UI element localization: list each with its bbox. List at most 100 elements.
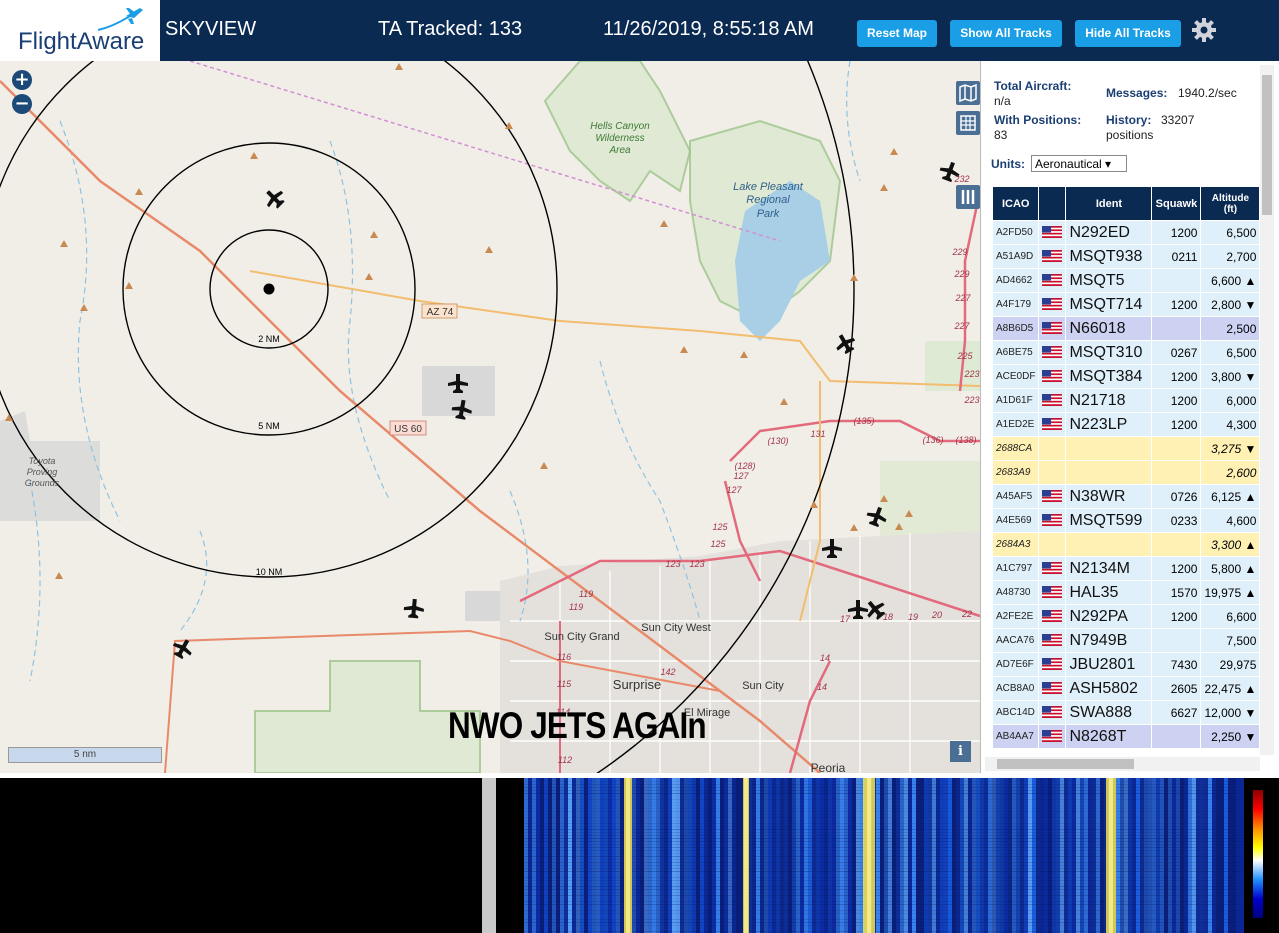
squawk-cell: 1200 (1151, 220, 1202, 245)
altitude-cell: 19,975 ▲ (1200, 580, 1261, 605)
table-row[interactable]: A51A9D MSQT938 0211 2,700 (991, 244, 1261, 269)
show-all-tracks-button[interactable]: Show All Tracks (950, 20, 1062, 47)
aircraft-marker[interactable] (832, 330, 859, 356)
table-row[interactable]: A8B6D5 N66018 2,500 (991, 316, 1261, 341)
squawk-cell: 0233 (1151, 508, 1202, 533)
table-row[interactable]: A4E569 MSQT599 0233 4,600 (991, 508, 1261, 533)
hide-all-tracks-button[interactable]: Hide All Tracks (1075, 20, 1181, 47)
table-row[interactable]: A1D61F N21718 1200 6,000 (991, 388, 1261, 413)
icao-cell: A45AF5 (991, 484, 1040, 509)
road-number: 119 (569, 602, 583, 612)
us-flag-icon (1042, 586, 1063, 599)
table-row[interactable]: A1C797 N2134M 1200 5,800 ▲ (991, 556, 1261, 581)
us-flag-icon (1042, 706, 1063, 719)
with-positions-label: With Positions: (994, 113, 1082, 127)
squawk-cell: 2605 (1151, 676, 1202, 701)
icao-cell: A8B6D5 (991, 316, 1040, 341)
map-layers-icon[interactable] (956, 81, 980, 105)
table-row[interactable]: 2684A3 3,300 ▲ (991, 532, 1261, 557)
us-flag-icon (1042, 562, 1063, 575)
label-lake-pleasant-3: Park (757, 208, 780, 220)
us-flag-icon (1042, 274, 1063, 287)
icao-cell: A4E569 (991, 508, 1040, 533)
zoom-out-button[interactable]: − (12, 94, 32, 114)
road-number: 125 (710, 539, 726, 549)
squawk-cell: 0726 (1151, 484, 1202, 509)
road-number: 123 (689, 559, 704, 569)
col-squawk[interactable]: Squawk (1151, 186, 1202, 221)
road-number: 125 (712, 522, 728, 532)
table-row[interactable]: ACE0DF MSQT384 1200 3,800 ▼ (991, 364, 1261, 389)
panel-hscroll-thumb[interactable] (997, 759, 1134, 769)
icao-cell: ACE0DF (991, 364, 1040, 389)
us-flag-icon (1042, 394, 1063, 407)
ident-cell (1065, 460, 1153, 485)
road-number: 223 (963, 369, 979, 379)
road-number: 225 (956, 351, 973, 361)
table-row[interactable]: ACB8A0 ASH5802 2605 22,475 ▲ (991, 676, 1261, 701)
table-row[interactable]: AB4AA7 N8268T 2,250 ▼ (991, 724, 1261, 749)
icao-cell: AD4662 (991, 268, 1040, 293)
table-row[interactable]: ABC14D SWA888 6627 12,000 ▼ (991, 700, 1261, 725)
flightaware-logo[interactable]: FlightAware (0, 0, 160, 61)
road-number: 17 (840, 614, 851, 624)
flag-cell (1038, 724, 1067, 749)
squawk-cell (1151, 724, 1202, 749)
table-row[interactable]: 2683A9 2,600 (991, 460, 1261, 485)
ident-cell: JBU2801 (1065, 652, 1153, 677)
ident-cell: N292ED (1065, 220, 1153, 245)
units-select[interactable]: Aeronautical ▾ (1031, 155, 1127, 172)
us-flag-icon (1042, 610, 1063, 623)
panel-scroll-thumb[interactable] (1262, 75, 1272, 215)
table-row[interactable]: AD7E6F JBU2801 7430 29,975 (991, 652, 1261, 677)
reset-map-button[interactable]: Reset Map (857, 20, 937, 47)
ring-label-2nm: 2 NM (258, 334, 280, 344)
icao-cell: 2688CA (991, 436, 1040, 461)
table-row[interactable]: A2FD50 N292ED 1200 6,500 (991, 220, 1261, 245)
table-row[interactable]: A45AF5 N38WR 0726 6,125 ▲ (991, 484, 1261, 509)
ident-cell: N292PA (1065, 604, 1153, 629)
aircraft-marker[interactable] (403, 598, 425, 619)
icao-cell: AB4AA7 (991, 724, 1040, 749)
icao-cell: AACA76 (991, 628, 1040, 653)
label-peoria: Peoria (811, 761, 846, 773)
col-icao[interactable]: ICAO (991, 186, 1040, 221)
columns-toggle-icon[interactable] (956, 185, 980, 209)
waterfall-display (524, 778, 1244, 933)
flag-cell (1038, 268, 1067, 293)
road-number: (138) (955, 435, 976, 445)
table-row[interactable]: A4F179 MSQT714 1200 2,800 ▼ (991, 292, 1261, 317)
history-label: History: (1106, 113, 1152, 127)
table-row[interactable]: A2FE2E N292PA 1200 6,600 (991, 604, 1261, 629)
grid-toggle-icon[interactable] (956, 111, 980, 135)
label-hells-canyon-3: Area (608, 145, 631, 156)
table-row[interactable]: AD4662 MSQT5 6,600 ▲ (991, 268, 1261, 293)
table-row[interactable]: A48730 HAL35 1570 19,975 ▲ (991, 580, 1261, 605)
col-flag[interactable] (1038, 186, 1067, 221)
flag-cell (1038, 628, 1067, 653)
settings-gear-icon[interactable] (1190, 16, 1218, 44)
top-header: FlightAware SKYVIEW TA Tracked: 133 11/2… (0, 0, 1279, 61)
table-row[interactable]: 2688CA 3,275 ▼ (991, 436, 1261, 461)
ident-cell: N21718 (1065, 388, 1153, 413)
flag-cell (1038, 388, 1067, 413)
aircraft-marker[interactable] (261, 185, 289, 213)
icao-cell: A1ED2E (991, 412, 1040, 437)
col-altitude[interactable]: Altitude (ft) (1200, 186, 1261, 221)
flag-cell (1038, 484, 1067, 509)
icao-cell: 2684A3 (991, 532, 1040, 557)
info-button[interactable]: i (950, 741, 971, 762)
table-row[interactable]: A6BE75 MSQT310 0267 6,500 (991, 340, 1261, 365)
map-view[interactable]: Hells Canyon Wilderness Area Lake Pleasa… (0, 61, 980, 773)
overlay-caption: NWO JETS AGAIn (448, 705, 707, 746)
flag-cell (1038, 532, 1067, 557)
flag-cell (1038, 244, 1067, 269)
altitude-cell: 22,475 ▲ (1200, 676, 1261, 701)
col-ident[interactable]: Ident (1065, 186, 1153, 221)
table-row[interactable]: AACA76 N7949B 7,500 (991, 628, 1261, 653)
table-row[interactable]: A1ED2E N223LP 1200 4,300 (991, 412, 1261, 437)
squawk-cell (1151, 460, 1202, 485)
squawk-cell: 1570 (1151, 580, 1202, 605)
zoom-in-button[interactable]: + (12, 70, 32, 90)
with-positions-value: 83 (994, 128, 1008, 142)
